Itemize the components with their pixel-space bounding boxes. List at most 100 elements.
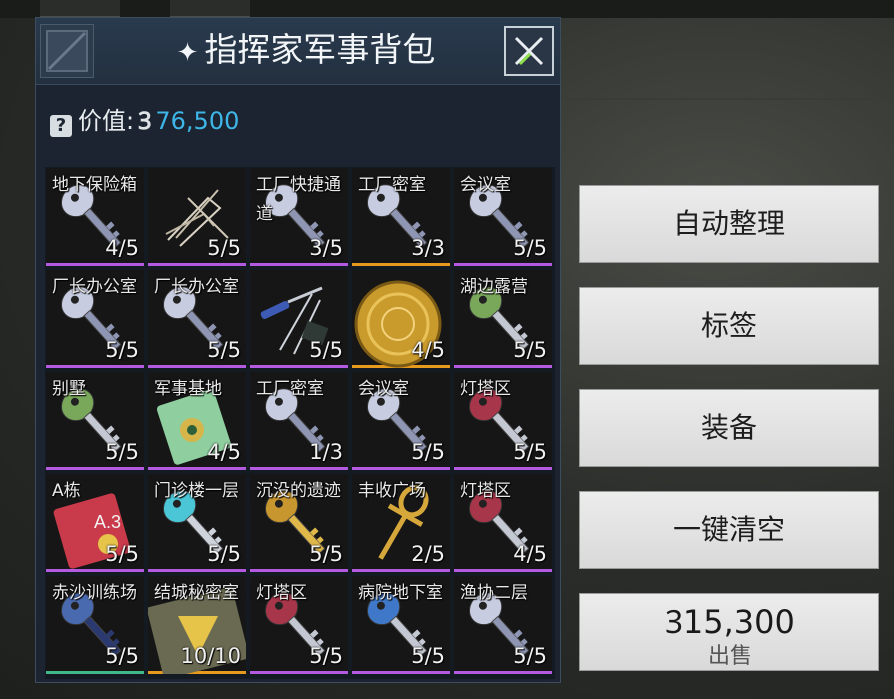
item-slot[interactable]: 5/5 <box>250 270 348 368</box>
item-durability: 5/5 <box>513 644 547 668</box>
sell-button[interactable]: Ꝫ15,300 出售 <box>579 593 879 671</box>
sell-label: 出售 <box>707 644 752 669</box>
item-slot[interactable]: 地下保险箱 4/5 <box>46 168 144 266</box>
top-bar-background <box>0 0 894 18</box>
item-durability: 5/5 <box>411 644 445 668</box>
item-slot[interactable]: 工厂密室 3/3 <box>352 168 450 266</box>
item-slot[interactable]: 渔协二层 5/5 <box>454 576 552 674</box>
close-icon <box>514 36 544 66</box>
item-name: 灯塔区 <box>256 583 307 603</box>
item-durability: 5/5 <box>105 542 139 566</box>
svg-text:A.3: A.3 <box>94 512 121 532</box>
item-durability: 5/5 <box>105 440 139 464</box>
item-durability: 3/5 <box>309 236 343 260</box>
item-durability: 5/5 <box>411 440 445 464</box>
item-name: 厂长办公室 <box>154 277 239 297</box>
item-name: 灯塔区 <box>460 481 511 501</box>
panel-title-text: 指挥家军事背包 <box>204 30 436 69</box>
item-name: 会议室 <box>460 175 511 195</box>
item-durability: 5/5 <box>309 644 343 668</box>
equip-button[interactable]: 装备 <box>579 389 879 467</box>
item-name: 厂长办公室 <box>52 277 137 297</box>
item-slot[interactable]: 结城秘密室 10/10 <box>148 576 246 674</box>
item-durability: 4/5 <box>513 542 547 566</box>
item-durability: 1/3 <box>309 440 343 464</box>
item-name: 渔协二层 <box>460 583 528 603</box>
background-tab <box>170 0 250 18</box>
item-slot[interactable]: 门诊楼一层 5/5 <box>148 474 246 572</box>
item-name: 地下保险箱 <box>52 175 137 195</box>
item-durability: 3/3 <box>411 236 445 260</box>
background-divider <box>566 98 894 100</box>
item-durability: 5/5 <box>207 338 241 362</box>
item-durability: 2/5 <box>411 542 445 566</box>
item-durability: 5/5 <box>105 338 139 362</box>
item-durability: 5/5 <box>207 236 241 260</box>
item-slot[interactable]: 湖边露营 5/5 <box>454 270 552 368</box>
item-slot[interactable]: 沉没的遗迹 5/5 <box>250 474 348 572</box>
item-name: 赤沙训练场 <box>52 583 137 603</box>
item-slot[interactable]: 工厂快捷通道 3/5 <box>250 168 348 266</box>
item-durability: 4/5 <box>207 440 241 464</box>
item-durability: 5/5 <box>309 542 343 566</box>
close-button[interactable] <box>504 26 554 76</box>
item-slot[interactable]: 别墅 5/5 <box>46 372 144 470</box>
value-row: ? 价值: Ꝫ 76,500 <box>50 106 240 137</box>
item-name: 丰收广场 <box>358 481 426 501</box>
item-name: 工厂密室 <box>256 379 324 399</box>
item-slot[interactable]: 军事基地 4/5 <box>148 372 246 470</box>
auto-sort-label: 自动整理 <box>672 207 785 240</box>
item-durability: 4/5 <box>105 236 139 260</box>
item-slot[interactable]: 灯塔区 4/5 <box>454 474 552 572</box>
item-durability: 10/10 <box>180 644 241 668</box>
item-durability: 5/5 <box>105 644 139 668</box>
item-name: 工厂快捷通道 <box>256 175 341 224</box>
item-slot[interactable]: 4/5 <box>352 270 450 368</box>
item-grid: 地下保险箱 4/5 5/5 工厂快捷通道 3/5 工厂密室 3/3 会议室 5/5 厂长办公室 5/… <box>45 167 555 679</box>
item-durability: 5/5 <box>513 236 547 260</box>
item-slot[interactable]: 灯塔区 5/5 <box>250 576 348 674</box>
item-name: 工厂密室 <box>358 175 426 195</box>
clear-all-label: 一键清空 <box>672 513 785 546</box>
item-slot[interactable]: 厂长办公室 5/5 <box>148 270 246 368</box>
item-name: 会议室 <box>358 379 409 399</box>
panel-title: ✦ 指挥家军事背包 <box>146 30 466 70</box>
item-name: 湖边露营 <box>460 277 528 297</box>
equip-label: 装备 <box>700 411 757 444</box>
item-name: 门诊楼一层 <box>154 481 239 501</box>
item-durability: 5/5 <box>207 542 241 566</box>
item-name: 沉没的遗迹 <box>256 481 341 501</box>
clear-all-button[interactable]: 一键清空 <box>579 491 879 569</box>
auto-sort-button[interactable]: 自动整理 <box>579 185 879 263</box>
item-durability: 5/5 <box>309 338 343 362</box>
item-slot[interactable]: A.3 A栋 5/5 <box>46 474 144 572</box>
item-name: 别墅 <box>52 379 86 399</box>
item-name: A栋 <box>52 481 81 501</box>
help-icon[interactable]: ? <box>50 115 72 137</box>
item-slot[interactable]: 5/5 <box>148 168 246 266</box>
item-durability: 4/5 <box>411 338 445 362</box>
item-slot[interactable]: 赤沙训练场 5/5 <box>46 576 144 674</box>
item-durability: 5/5 <box>513 338 547 362</box>
item-slot[interactable]: 工厂密室 1/3 <box>250 372 348 470</box>
background-tab <box>40 0 120 18</box>
item-slot[interactable]: 病院地下室 5/5 <box>352 576 450 674</box>
panel-header: ✦ 指挥家军事背包 <box>36 18 560 85</box>
item-slot[interactable]: 厂长办公室 5/5 <box>46 270 144 368</box>
tags-button[interactable]: 标签 <box>579 287 879 365</box>
item-slot[interactable]: 灯塔区 5/5 <box>454 372 552 470</box>
backpack-panel: ✦ 指挥家军事背包 ? 价值: Ꝫ 76,500 地下保险箱 4/5 5/5 工厂快捷通道 3/… <box>35 17 561 683</box>
value-label: 价值: <box>78 107 135 135</box>
item-slot[interactable]: 丰收广场 2/5 <box>352 474 450 572</box>
currency-icon: Ꝫ <box>138 107 152 135</box>
sparkle-icon: ✦ <box>176 38 199 68</box>
item-name: 灯塔区 <box>460 379 511 399</box>
item-slot[interactable]: 会议室 5/5 <box>454 168 552 266</box>
item-durability: 5/5 <box>513 440 547 464</box>
tags-label: 标签 <box>700 309 757 342</box>
map-thumbnail-icon[interactable] <box>40 24 94 78</box>
item-name: 结城秘密室 <box>154 583 239 603</box>
total-value: 76,500 <box>155 107 240 135</box>
item-name: 军事基地 <box>154 379 222 399</box>
item-slot[interactable]: 会议室 5/5 <box>352 372 450 470</box>
